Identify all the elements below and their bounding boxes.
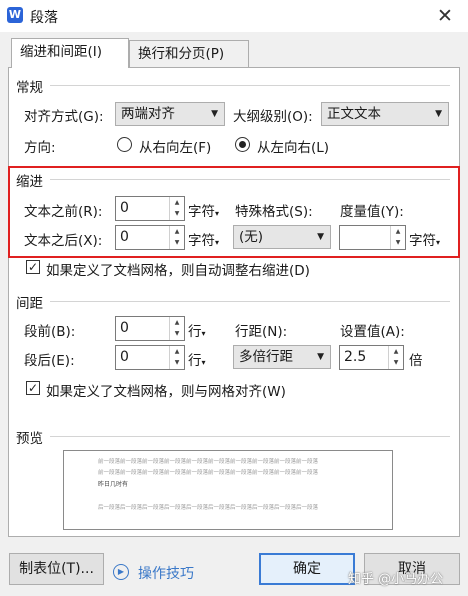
title-bar: W 段落 ✕ [0,0,468,32]
dialog-title: 段落 [30,10,58,26]
general-section-title: 常规 [16,80,43,96]
tab-line-page-breaks[interactable]: 换行和分页(P) [129,40,249,68]
alignment-value: 两端对齐 [121,106,175,122]
zhihu-watermark: 知乎 @小马办公 [348,572,444,587]
preview-divider [50,436,450,437]
line-spacing-select[interactable]: 多倍行距 ▼ [233,345,331,369]
line-spacing-label: 行距(N): [235,324,288,340]
wps-writer-icon: W [7,7,23,23]
line-spacing-value: 多倍行距 [239,349,293,365]
direction-ltr-radio[interactable] [235,137,250,152]
checkmark-icon: ✓ [27,381,39,395]
spin-arrows-icon[interactable]: ▲ ▼ [169,346,184,369]
spacing-section-title: 间距 [16,296,43,312]
tab-stops-button[interactable]: 制表位(T)... [9,553,104,585]
indent-after-label: 文本之后(X): [24,233,103,249]
setting-value-label: 设置值(A): [340,324,405,340]
direction-label: 方向: [24,140,56,156]
spacing-divider [50,301,450,302]
indent-divider [50,179,450,180]
space-after-label: 段后(E): [24,353,75,369]
measure-stepper[interactable]: ▲ ▼ [339,225,406,250]
auto-adjust-indent-label[interactable]: 如果定义了文档网格，则自动调整右缩进(D) [46,259,310,279]
line-spacing-setting-value: 2.5 [344,349,367,365]
outline-level-select[interactable]: 正文文本 ▼ [321,102,449,126]
grid-align-checkbox[interactable]: ✓ [26,381,40,395]
special-format-value: (无) [239,229,264,245]
spin-arrows-icon[interactable]: ▲ ▼ [169,226,184,249]
spin-arrows-icon[interactable]: ▲ ▼ [169,317,184,340]
spin-arrows-icon[interactable]: ▲ ▼ [390,226,405,249]
general-divider [50,85,450,86]
chevron-down-icon: ▼ [211,109,218,119]
outline-level-value: 正文文本 [327,106,381,122]
space-after-value: 0 [120,349,129,365]
space-before-unit[interactable]: 行▾ [188,320,206,340]
line-spacing-unit: 倍 [409,353,423,369]
space-before-value: 0 [120,320,129,336]
chevron-down-icon: ▼ [317,352,324,362]
indent-before-value: 0 [120,200,129,216]
grid-align-label[interactable]: 如果定义了文档网格，则与网格对齐(W) [46,380,286,400]
indent-after-value: 0 [120,229,129,245]
tips-link[interactable]: 操作技巧 [138,563,194,583]
line-spacing-stepper[interactable]: 2.5 ▲ ▼ [339,345,404,370]
space-after-unit[interactable]: 行▾ [188,349,206,369]
play-circle-icon[interactable]: ▶ [113,564,129,580]
indent-before-stepper[interactable]: 0 ▲ ▼ [115,196,185,221]
preview-section-title: 预览 [16,431,43,447]
spin-arrows-icon[interactable]: ▲ ▼ [169,197,184,220]
measure-label: 度量值(Y): [340,204,404,220]
indent-after-unit[interactable]: 字符▾ [188,229,219,249]
checkmark-icon: ✓ [27,260,39,274]
close-icon[interactable]: ✕ [432,3,458,29]
space-after-stepper[interactable]: 0 ▲ ▼ [115,345,185,370]
paragraph-preview: 前一段落前一段落前一段落前一段落前一段落前一段落前一段落前一段落前一段落前一段落… [63,450,393,530]
space-before-label: 段前(B): [24,324,76,340]
direction-rtl-radio[interactable] [117,137,132,152]
measure-unit[interactable]: 字符▾ [409,229,440,249]
space-before-stepper[interactable]: 0 ▲ ▼ [115,316,185,341]
indent-after-stepper[interactable]: 0 ▲ ▼ [115,225,185,250]
ok-button[interactable]: 确定 [259,553,355,585]
indent-before-label: 文本之前(R): [24,204,103,220]
spin-arrows-icon[interactable]: ▲ ▼ [388,346,403,369]
preview-prev-line: 前一段落前一段落前一段落前一段落前一段落前一段落前一段落前一段落前一段落前一段落 [98,459,319,465]
preview-next-line: 后一段落后一段落后一段落后一段落后一段落后一段落后一段落后一段落后一段落后一段落 [98,505,319,511]
preview-sample-text: 昨日几时有 [98,481,129,488]
auto-adjust-indent-checkbox[interactable]: ✓ [26,260,40,274]
alignment-label: 对齐方式(G): [24,109,104,125]
chevron-down-icon: ▼ [435,109,442,119]
alignment-select[interactable]: 两端对齐 ▼ [115,102,225,126]
special-format-select[interactable]: (无) ▼ [233,225,331,249]
tab-indent-spacing[interactable]: 缩进和间距(I) [11,38,129,68]
chevron-down-icon: ▼ [317,232,324,242]
indent-before-unit[interactable]: 字符▾ [188,200,219,220]
direction-ltr-label[interactable]: 从左向右(L) [257,136,329,156]
special-format-label: 特殊格式(S): [235,204,313,220]
outline-level-label: 大纲级别(O): [233,109,313,125]
indent-section-title: 缩进 [16,174,43,190]
direction-rtl-label[interactable]: 从右向左(F) [139,136,211,156]
preview-prev-line: 前一段落前一段落前一段落前一段落前一段落前一段落前一段落前一段落前一段落前一段落 [98,470,319,476]
